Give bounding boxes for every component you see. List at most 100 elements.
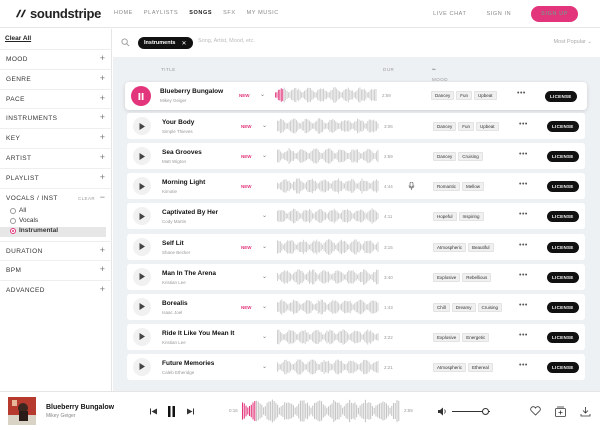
- clear-all-link[interactable]: Clear All: [5, 35, 31, 42]
- mood-tag[interactable]: Hopeful: [433, 212, 457, 222]
- song-waveform[interactable]: [277, 359, 379, 375]
- license-button[interactable]: LICENSE: [545, 91, 577, 102]
- song-waveform[interactable]: [277, 238, 379, 255]
- license-button[interactable]: LICENSE: [547, 121, 579, 133]
- chevron-down-icon[interactable]: ⌄: [262, 212, 267, 219]
- more-icon[interactable]: •••: [519, 302, 528, 309]
- download-icon[interactable]: [580, 406, 591, 417]
- song-waveform[interactable]: [277, 208, 379, 224]
- clear-vocals-link[interactable]: CLEAR: [78, 196, 95, 201]
- filter-mood[interactable]: MOOD +: [0, 49, 112, 69]
- mood-tag[interactable]: Rebellious: [462, 272, 492, 282]
- song-title[interactable]: Self Lit: [162, 240, 184, 247]
- mood-tag[interactable]: Dreamy: [451, 302, 476, 312]
- song-waveform[interactable]: [277, 148, 379, 165]
- chevron-down-icon[interactable]: ⌄: [262, 122, 267, 129]
- mood-tag[interactable]: Dancey: [433, 152, 457, 162]
- nav-songs[interactable]: SONGS: [189, 10, 212, 16]
- song-row[interactable]: Sea Grooves Matt Wigton NEW ⌄ 2:59 Dancey Crui…: [127, 143, 585, 170]
- more-icon[interactable]: •••: [519, 211, 528, 218]
- filter-playlist[interactable]: PLAYLIST +: [0, 167, 112, 188]
- song-artist[interactable]: Caleb Etheridge: [162, 370, 194, 375]
- sort-dropdown[interactable]: Most Popular ⌄: [553, 39, 592, 45]
- license-button[interactable]: LICENSE: [547, 181, 579, 193]
- license-button[interactable]: LICENSE: [547, 241, 579, 253]
- song-title[interactable]: Man In The Arena: [162, 270, 216, 277]
- more-icon[interactable]: •••: [519, 151, 528, 158]
- license-button[interactable]: LICENSE: [547, 301, 579, 313]
- search-input[interactable]: [198, 38, 348, 44]
- vocals-option[interactable]: All: [0, 207, 106, 217]
- chevron-down-icon[interactable]: ⌄: [262, 303, 267, 310]
- chevron-down-icon[interactable]: ⌄: [262, 333, 267, 340]
- license-button[interactable]: LICENSE: [547, 271, 579, 283]
- song-artist[interactable]: Simple Thieves: [162, 129, 193, 134]
- song-waveform[interactable]: [275, 87, 377, 103]
- logo[interactable]: soundstripe: [14, 6, 101, 21]
- mood-tag[interactable]: Mellow: [462, 182, 485, 192]
- license-button[interactable]: LICENSE: [547, 361, 579, 373]
- song-artist[interactable]: Cody Martin: [162, 219, 186, 224]
- song-row[interactable]: Man In The Arena Kristian Lee ⌄ 3:40 Explosi…: [127, 263, 585, 290]
- play-button[interactable]: [133, 177, 151, 196]
- previous-icon[interactable]: [150, 408, 157, 415]
- song-row[interactable]: Morning Light Kimotie NEW 4:44 Romantic Mello…: [127, 173, 585, 200]
- mood-tag[interactable]: Atmospheric: [433, 242, 467, 252]
- song-title[interactable]: Ride It Like You Mean It: [162, 330, 234, 337]
- song-artist[interactable]: Kimotie: [162, 189, 177, 194]
- song-row[interactable]: Your Body Simple Thieves NEW ⌄ 3:06 Dancey Fun…: [127, 113, 585, 140]
- song-artist[interactable]: Kristian Lee: [162, 280, 186, 285]
- filter-duration[interactable]: DURATION +: [0, 240, 112, 261]
- song-title[interactable]: Captivated By Her: [162, 209, 218, 216]
- filter-bpm[interactable]: BPM +: [0, 260, 112, 280]
- song-waveform[interactable]: [277, 329, 379, 345]
- mood-tag[interactable]: Romantic: [433, 182, 461, 192]
- album-cover[interactable]: [8, 397, 36, 425]
- filter-pace[interactable]: PACE +: [0, 88, 112, 109]
- play-button[interactable]: [133, 147, 151, 166]
- more-icon[interactable]: •••: [519, 332, 528, 339]
- song-waveform[interactable]: [277, 118, 379, 134]
- minus-icon[interactable]: −: [100, 192, 105, 202]
- filter-chip-instruments[interactable]: Instruments ✕: [138, 37, 193, 49]
- mood-tag[interactable]: Dancey: [433, 122, 457, 132]
- close-icon[interactable]: ✕: [181, 40, 186, 47]
- license-button[interactable]: LICENSE: [547, 151, 579, 163]
- volume-icon[interactable]: [438, 407, 447, 416]
- mood-tag[interactable]: Fun: [458, 122, 475, 132]
- song-title[interactable]: Sea Grooves: [162, 149, 202, 156]
- player-waveform[interactable]: [242, 399, 400, 423]
- mood-tag[interactable]: Chill: [433, 302, 450, 312]
- live-chat-link[interactable]: LIVE CHAT: [433, 11, 466, 17]
- play-button[interactable]: [133, 237, 151, 256]
- license-button[interactable]: LICENSE: [547, 331, 579, 343]
- song-title[interactable]: Morning Light: [162, 179, 205, 186]
- add-to-playlist-icon[interactable]: [555, 406, 566, 417]
- mood-tag[interactable]: Dancey: [431, 91, 455, 100]
- next-icon[interactable]: [187, 408, 194, 415]
- play-button[interactable]: [133, 267, 151, 286]
- play-button[interactable]: [133, 327, 151, 346]
- song-artist[interactable]: Mikey Geiger: [160, 98, 187, 103]
- song-artist[interactable]: Kristian Lee: [162, 340, 186, 345]
- song-title[interactable]: Blueberry Bungalow: [160, 88, 223, 95]
- more-icon[interactable]: •••: [519, 242, 528, 249]
- chevron-down-icon[interactable]: ⌄: [262, 243, 267, 250]
- pause-icon[interactable]: [167, 406, 176, 417]
- filter-key[interactable]: KEY +: [0, 128, 112, 148]
- mood-tag[interactable]: Explosive: [433, 272, 461, 282]
- song-row[interactable]: Future Memories Caleb Etheridge ⌄ 2:21 Atmos…: [127, 353, 585, 380]
- sign-up-button[interactable]: SIGN UP: [531, 6, 578, 22]
- song-artist[interactable]: Matt Wigton: [162, 159, 186, 164]
- song-title[interactable]: Borealis: [162, 300, 188, 307]
- mood-tag[interactable]: Cruising: [477, 302, 503, 312]
- play-button[interactable]: [133, 117, 151, 136]
- song-waveform[interactable]: [277, 178, 379, 194]
- song-row[interactable]: Ride It Like You Mean It Kristian Lee ⌄ 3:2…: [127, 323, 585, 350]
- more-icon[interactable]: •••: [519, 272, 528, 279]
- nav-home[interactable]: HOME: [114, 10, 133, 16]
- heart-icon[interactable]: [530, 406, 541, 416]
- mood-tag[interactable]: Beautiful: [468, 242, 494, 252]
- chevron-down-icon[interactable]: ⌄: [262, 273, 267, 280]
- filter-genre[interactable]: GENRE +: [0, 68, 112, 89]
